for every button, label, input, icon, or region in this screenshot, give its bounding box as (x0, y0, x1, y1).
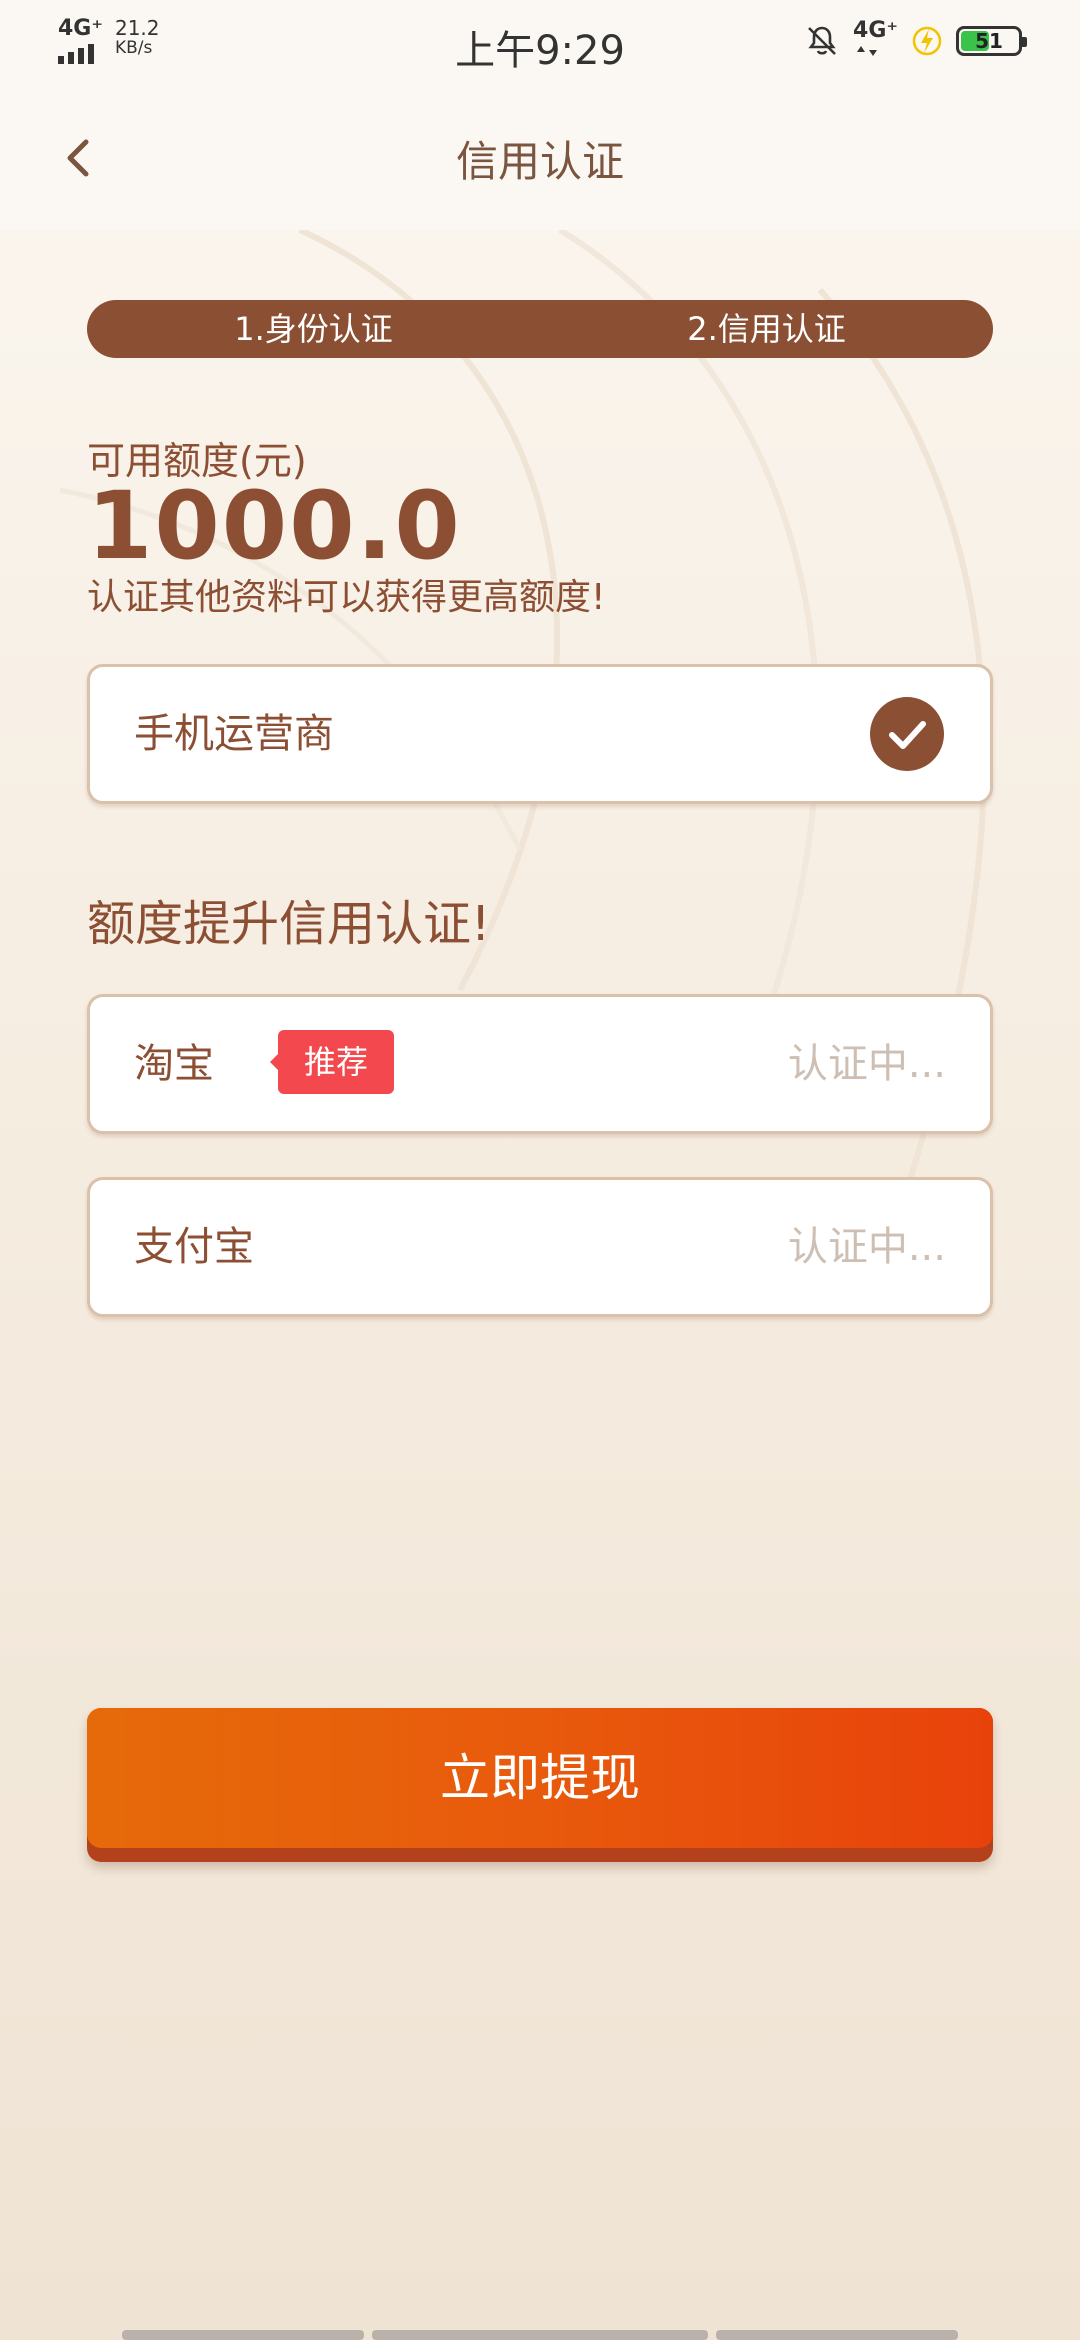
nav-gesture-bar-center (372, 2330, 708, 2340)
nav-gesture-bar-left (122, 2330, 364, 2340)
status-bar: 4G⁺ 21.2 KB/s 上午9:29 4G⁺ 51 (0, 0, 1080, 84)
step-credit: 2.信用认证 (687, 310, 846, 348)
bell-muted-icon (808, 26, 836, 55)
mobile-carrier-label: 手机运营商 (134, 711, 334, 757)
mobile-carrier-card[interactable]: 手机运营商 (87, 664, 993, 804)
battery-icon: 51 (956, 25, 1027, 56)
section-title: 额度提升信用认证! (87, 896, 491, 952)
network-type-right: 4G⁺ (853, 18, 898, 43)
withdraw-button[interactable]: 立即提现 (87, 1708, 993, 1862)
page-title: 信用认证 (455, 137, 624, 186)
nav-bar: 信用认证 (0, 84, 1080, 230)
quota-tip: 认证其他资料可以获得更高额度! (87, 577, 606, 618)
status-right: 4G⁺ 51 (805, 20, 1027, 61)
alipay-status: 认证中... (787, 1224, 946, 1270)
quota-value: 1000.0 (87, 472, 462, 581)
nav-gesture-bar-right (716, 2330, 958, 2340)
withdraw-button-label: 立即提现 (87, 1708, 993, 1848)
alipay-card[interactable]: 支付宝 认证中... (87, 1177, 993, 1317)
check-icon (870, 697, 944, 771)
steps-progress-bar: 1.身份认证 2.信用认证 (87, 300, 993, 358)
battery-level: 51 (975, 28, 1003, 53)
recommend-badge: 推荐 (270, 1030, 394, 1094)
data-arrows-icon (857, 46, 878, 56)
alipay-label: 支付宝 (134, 1224, 254, 1270)
taobao-card[interactable]: 淘宝 推荐 认证中... (87, 994, 993, 1134)
step-identity: 1.身份认证 (234, 310, 393, 348)
charging-icon (912, 26, 942, 55)
network-type-right-group: 4G⁺ (853, 20, 898, 61)
taobao-label: 淘宝 (134, 1041, 214, 1087)
taobao-status: 认证中... (787, 1041, 946, 1087)
